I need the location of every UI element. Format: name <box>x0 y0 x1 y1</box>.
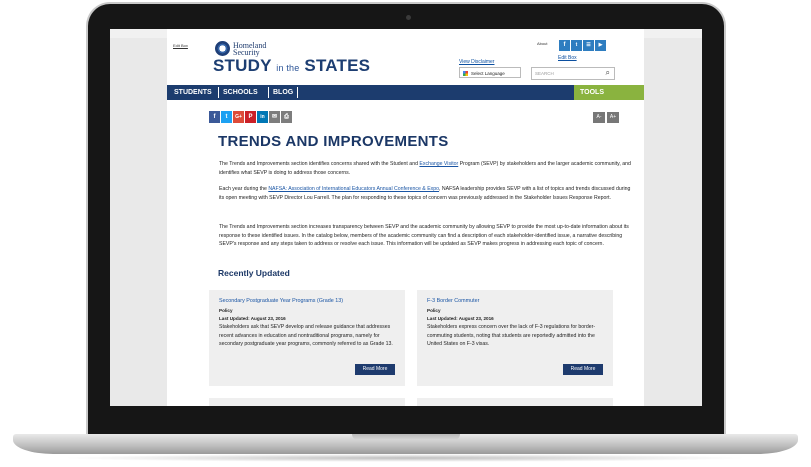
topic-card: F-3 Border Commuter Policy Last Updated:… <box>417 290 613 386</box>
font-smaller-button[interactable]: A- <box>593 112 605 123</box>
search-input[interactable]: SEARCH ⌕ <box>531 67 615 80</box>
web-page: Edit Box Homeland Security STUDY in the … <box>167 29 644 406</box>
agency-name: Homeland Security <box>233 42 266 57</box>
search-placeholder: SEARCH <box>535 71 554 76</box>
intro-paragraph-3: The Trends and Improvements section incr… <box>219 224 629 248</box>
page-title: TRENDS AND IMPROVEMENTS <box>218 133 449 150</box>
laptop-shadow <box>60 454 750 462</box>
rss-icon[interactable]: ☰ <box>583 40 594 51</box>
card-description: Stakeholders express concern over the la… <box>427 324 596 348</box>
print-icon[interactable]: ⎙ <box>281 111 292 123</box>
card-updated: Last Updated: August 23, 2016 <box>219 316 286 321</box>
language-select[interactable]: Select Language <box>459 67 521 78</box>
twitter-share-icon[interactable]: t <box>221 111 232 123</box>
card-title-link[interactable]: Secondary Postgraduate Year Programs (Gr… <box>219 298 343 304</box>
google-plus-share-icon[interactable]: G+ <box>233 111 244 123</box>
site-title-study: STUDY <box>213 56 272 75</box>
laptop-notch <box>352 434 460 440</box>
facebook-share-icon[interactable]: f <box>209 111 220 123</box>
intro-paragraph-1: The Trends and Improvements section iden… <box>219 160 637 177</box>
nafsa-link[interactable]: NAFSA: Association of International Educ… <box>268 186 439 192</box>
facebook-icon[interactable]: f <box>559 40 570 51</box>
laptop-screen: Official website of the Department of Ho… <box>110 29 702 406</box>
site-title-in-the: in the <box>276 63 300 73</box>
nav-tools[interactable]: TOOLS <box>574 85 644 100</box>
card-category: Policy <box>427 308 441 313</box>
exchange-visitor-link[interactable]: Exchange Visitor <box>419 161 458 167</box>
nav-divider <box>218 87 219 98</box>
view-disclaimer-link[interactable]: View Disclaimer <box>459 59 494 65</box>
edit-box-link-left[interactable]: Edit Box <box>173 43 188 48</box>
p2-text-a: Each year during the <box>219 186 269 192</box>
site-logo-title[interactable]: STUDY in the STATES <box>213 56 370 76</box>
topic-card-partial <box>209 398 405 406</box>
youtube-icon[interactable]: ▶ <box>595 40 606 51</box>
card-updated: Last Updated: August 23, 2016 <box>427 316 494 321</box>
nav-divider <box>297 87 298 98</box>
twitter-icon[interactable]: t <box>571 40 582 51</box>
main-nav: STUDENTS SCHOOLS BLOG TOOLS <box>167 85 644 100</box>
email-share-icon[interactable]: ✉ <box>269 111 280 123</box>
card-category: Policy <box>219 308 233 313</box>
pinterest-share-icon[interactable]: P <box>245 111 256 123</box>
p1-text-a: The Trends and Improvements section iden… <box>219 161 420 167</box>
about-link[interactable]: About <box>537 41 547 46</box>
nav-students[interactable]: STUDENTS <box>174 85 212 100</box>
topic-card: Secondary Postgraduate Year Programs (Gr… <box>209 290 405 386</box>
nav-blog[interactable]: BLOG <box>273 85 293 100</box>
intro-paragraph-2: Each year during the NAFSA: Association … <box>219 185 637 202</box>
dhs-seal-icon <box>215 41 230 56</box>
read-more-button[interactable]: Read More <box>355 364 395 375</box>
card-title-link[interactable]: F-3 Border Commuter <box>427 298 479 304</box>
font-larger-button[interactable]: A+ <box>607 112 619 123</box>
nav-schools[interactable]: SCHOOLS <box>223 85 258 100</box>
edit-box-link-right[interactable]: Edit Box <box>558 55 577 61</box>
agency-line-2: Security <box>233 48 260 57</box>
read-more-button[interactable]: Read More <box>563 364 603 375</box>
recently-updated-heading: Recently Updated <box>218 268 290 278</box>
site-title-states: STATES <box>304 56 371 75</box>
topic-card-partial <box>417 398 613 406</box>
nav-divider <box>268 87 269 98</box>
search-icon[interactable]: ⌕ <box>606 67 610 78</box>
share-bar: f t G+ P in ✉ ⎙ <box>209 111 292 123</box>
linkedin-share-icon[interactable]: in <box>257 111 268 123</box>
social-top-bar: f t ☰ ▶ <box>559 40 606 51</box>
font-size-controls: A- A+ <box>593 112 619 123</box>
camera-icon <box>406 15 411 20</box>
card-description: Stakeholders ask that SEVP develop and r… <box>219 324 393 348</box>
